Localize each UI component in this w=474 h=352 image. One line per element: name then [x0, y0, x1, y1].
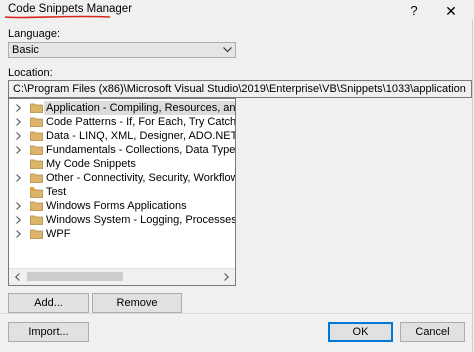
chevron-right-icon[interactable] [14, 215, 22, 225]
tree-item-label: Fundamentals - Collections, Data Types, … [46, 144, 236, 156]
tree-item[interactable]: Data - LINQ, XML, Designer, ADO.NET [9, 129, 235, 143]
chevron-right-icon[interactable] [14, 103, 22, 113]
window-edge [472, 20, 473, 352]
chevron-right-icon[interactable] [14, 117, 22, 127]
close-button[interactable]: ✕ [436, 2, 466, 20]
tree-item-label: Windows System - Logging, Processes, Reg… [46, 214, 236, 226]
chevron-right-icon[interactable] [14, 131, 22, 141]
tree-item[interactable]: Windows System - Logging, Processes, Reg… [9, 213, 235, 227]
tree-item[interactable]: Windows Forms Applications [9, 199, 235, 213]
scrollbar-thumb[interactable] [27, 272, 123, 281]
folder-icon [30, 215, 43, 225]
cancel-button[interactable]: Cancel [400, 322, 465, 342]
scroll-left-icon[interactable] [9, 269, 26, 285]
tree-item-label: Application - Compiling, Resources, and … [44, 101, 235, 115]
tree-item[interactable]: Test [9, 185, 235, 199]
chevron-right-icon[interactable] [14, 145, 22, 155]
add-button[interactable]: Add... [8, 293, 89, 313]
location-path: C:\Program Files (x86)\Microsoft Visual … [13, 83, 466, 95]
tree-item-label: Other - Connectivity, Security, Workflow [46, 172, 236, 184]
chevron-right-icon[interactable] [14, 201, 22, 211]
location-label: Location: [8, 67, 53, 79]
special-folder-icon [30, 187, 43, 198]
snippet-tree[interactable]: Application - Compiling, Resources, and … [8, 98, 236, 286]
tree-item-label: My Code Snippets [46, 158, 136, 170]
red-underline-annotation [4, 15, 111, 19]
folder-icon [30, 117, 43, 127]
import-button[interactable]: Import... [8, 322, 89, 342]
folder-icon [30, 131, 43, 141]
horizontal-scrollbar[interactable] [9, 268, 235, 285]
folder-icon [30, 159, 43, 169]
folder-icon [30, 173, 43, 183]
ok-button[interactable]: OK [328, 322, 393, 342]
folder-icon [30, 145, 43, 155]
remove-button[interactable]: Remove [92, 293, 182, 313]
tree-item[interactable]: My Code Snippets [9, 157, 235, 171]
divider [0, 313, 474, 314]
location-field[interactable]: C:\Program Files (x86)\Microsoft Visual … [8, 80, 472, 98]
language-selected-value: Basic [12, 44, 39, 56]
tree-item[interactable]: WPF [9, 227, 235, 241]
chevron-right-icon[interactable] [14, 229, 22, 239]
chevron-down-icon[interactable] [219, 43, 235, 57]
tree-item-label: Data - LINQ, XML, Designer, ADO.NET [46, 130, 236, 142]
tree-item-label: Code Patterns - If, For Each, Try Catch,… [46, 116, 236, 128]
folder-icon [30, 103, 43, 113]
tree-item[interactable]: Other - Connectivity, Security, Workflow [9, 171, 235, 185]
chevron-right-icon[interactable] [14, 173, 22, 183]
tree-item[interactable]: Fundamentals - Collections, Data Types, … [9, 143, 235, 157]
tree-item-label: Test [46, 186, 67, 198]
folder-icon [30, 229, 43, 239]
language-combobox[interactable]: Basic [8, 42, 236, 58]
tree-item[interactable]: Application - Compiling, Resources, and … [9, 101, 235, 115]
tree-item[interactable]: Code Patterns - If, For Each, Try Catch,… [9, 115, 235, 129]
help-button[interactable]: ? [404, 2, 424, 20]
folder-icon [30, 201, 43, 211]
scroll-right-icon[interactable] [218, 269, 235, 285]
tree-item-label: WPF [46, 228, 71, 240]
tree-item-label: Windows Forms Applications [46, 200, 187, 212]
language-label: Language: [8, 28, 60, 40]
